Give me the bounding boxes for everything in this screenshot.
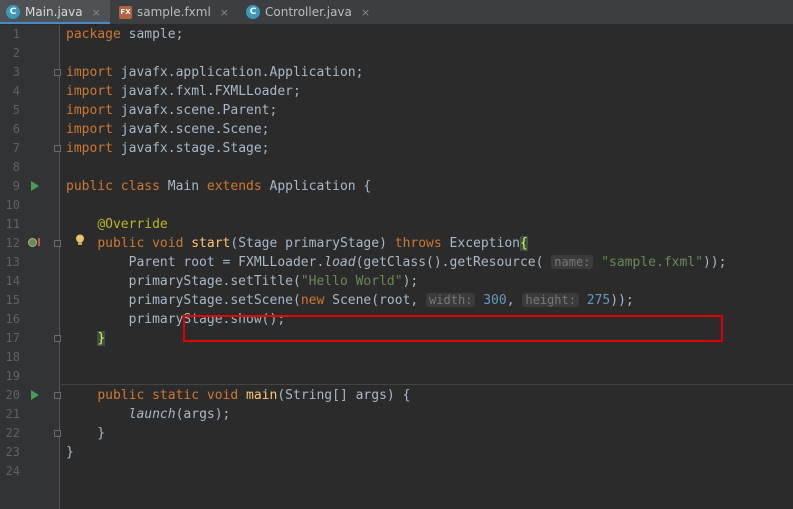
run-icon[interactable]: [31, 390, 39, 400]
editor-gutter: 1 2 3 4 5 6 7 8 9 10 11 12 13 14 15 16 1…: [0, 25, 61, 509]
close-icon[interactable]: ×: [220, 6, 229, 19]
fold-marker-icon[interactable]: [54, 69, 61, 76]
line-number: 15: [5, 293, 20, 307]
highlight-box: [183, 315, 723, 342]
line-number: 18: [5, 350, 20, 364]
line-number: 16: [5, 312, 20, 326]
line-number: 7: [12, 141, 20, 155]
line-number: 11: [5, 217, 20, 231]
code-line-3: import javafx.application.Application;: [66, 65, 364, 80]
code-line-15: primaryStage.setScene(new Scene(root, wi…: [66, 293, 634, 308]
line-number: 21: [5, 407, 20, 421]
code-line-17: }: [97, 331, 106, 346]
lightbulb-icon[interactable]: [75, 234, 85, 246]
code-line-14: primaryStage.setTitle("Hello World");: [66, 274, 419, 289]
code-line-21: launch(args);: [128, 407, 231, 422]
code-line-1: package sample;: [66, 27, 184, 42]
line-number: 4: [12, 84, 20, 98]
override-arrow-icon: [38, 238, 40, 246]
line-number: 9: [12, 179, 20, 193]
code-line-6: import javafx.scene.Scene;: [66, 122, 270, 137]
tab-label: Main.java: [25, 5, 83, 19]
line-number: 2: [12, 46, 20, 60]
editor-tab-bar: C Main.java × FX sample.fxml × C Control…: [0, 0, 793, 25]
override-method-icon[interactable]: [28, 238, 37, 247]
fxml-file-icon: FX: [119, 5, 132, 19]
tab-label: Controller.java: [265, 5, 352, 19]
code-line-9: public class Main extends Application {: [66, 179, 372, 194]
line-number: 6: [12, 122, 20, 136]
fold-marker-icon[interactable]: [54, 430, 61, 437]
line-number: 10: [5, 198, 20, 212]
line-number: 24: [5, 464, 20, 478]
run-icon[interactable]: [31, 181, 39, 191]
line-number: 23: [5, 445, 20, 459]
line-number: 1: [12, 27, 20, 41]
line-number: 3: [12, 65, 20, 79]
code-line-7: import javafx.stage.Stage;: [66, 141, 270, 156]
fold-marker-icon[interactable]: [54, 240, 61, 247]
code-line-11: @Override: [97, 217, 168, 232]
line-number: 17: [5, 331, 20, 345]
code-line-22: }: [66, 426, 106, 441]
tab-main-java[interactable]: C Main.java ×: [0, 0, 110, 24]
java-class-icon: C: [6, 5, 20, 19]
code-line-5: import javafx.scene.Parent;: [66, 103, 278, 118]
parameter-hint: height:: [522, 293, 579, 307]
line-number: 22: [5, 426, 20, 440]
parameter-hint: width:: [426, 293, 476, 307]
fold-marker-icon[interactable]: [54, 335, 61, 342]
code-line-23: }: [66, 445, 74, 460]
line-number: 19: [5, 369, 20, 383]
java-class-icon: C: [246, 5, 260, 19]
code-line-12: public void start(Stage primaryStage) th…: [97, 236, 528, 251]
close-icon[interactable]: ×: [361, 6, 370, 19]
tab-label: sample.fxml: [137, 5, 211, 19]
code-editor[interactable]: package sample; import javafx.applicatio…: [61, 25, 793, 509]
code-line-4: import javafx.fxml.FXMLLoader;: [66, 84, 301, 99]
close-icon[interactable]: ×: [92, 6, 101, 19]
line-number: 13: [5, 255, 20, 269]
tab-controller-java[interactable]: C Controller.java ×: [240, 0, 392, 24]
tab-sample-fxml[interactable]: FX sample.fxml ×: [113, 0, 238, 24]
line-number: 8: [12, 160, 20, 174]
code-line-20: public static void main(String[] args) {: [97, 388, 411, 403]
fold-marker-icon[interactable]: [54, 392, 61, 399]
fold-marker-icon[interactable]: [54, 145, 61, 152]
line-number: 5: [12, 103, 20, 117]
code-line-13: Parent root = FXMLLoader.load(getClass()…: [66, 255, 727, 270]
line-number: 14: [5, 274, 20, 288]
line-number: 12: [5, 236, 20, 250]
method-separator: [61, 384, 793, 385]
line-number: 20: [5, 388, 20, 402]
parameter-hint: name:: [551, 255, 594, 269]
